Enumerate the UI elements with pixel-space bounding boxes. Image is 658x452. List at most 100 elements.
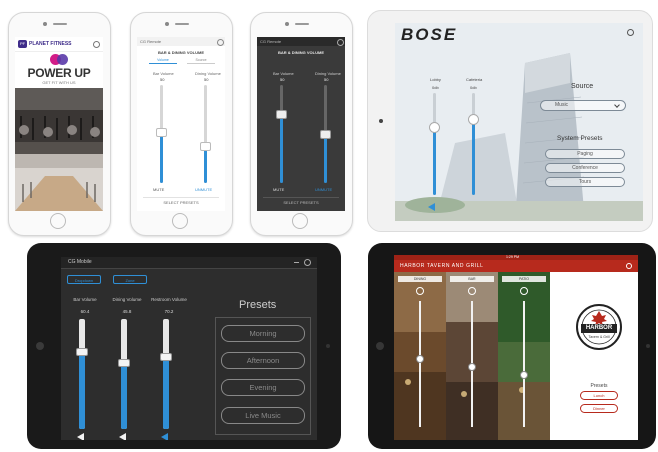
front-camera bbox=[646, 344, 650, 348]
front-camera bbox=[326, 344, 330, 348]
presets-title: Presets bbox=[239, 299, 277, 311]
home-button[interactable] bbox=[172, 213, 188, 229]
presets-footer[interactable]: SELECT PRESETS bbox=[257, 200, 345, 205]
slider-value: 70.2 bbox=[164, 309, 174, 314]
zone-track[interactable] bbox=[419, 301, 421, 427]
zone-knob[interactable] bbox=[416, 355, 424, 363]
preset-dinner-button[interactable]: Dinner bbox=[580, 404, 618, 413]
dropdown-button[interactable]: Dropdown bbox=[67, 275, 101, 284]
zone-knob[interactable] bbox=[520, 371, 528, 379]
slider-value: 45.8 bbox=[122, 309, 132, 314]
preset-paging-button[interactable]: Paging bbox=[545, 149, 625, 159]
slider-label-bar: Bar Volume bbox=[153, 71, 174, 76]
minimize-icon[interactable] bbox=[294, 262, 299, 263]
app-title: HARBOR TAVERN AND GRILL bbox=[400, 263, 484, 269]
app-title: CG Remote bbox=[260, 39, 282, 44]
zone-select[interactable]: BAR bbox=[450, 276, 494, 282]
preset-morning-button[interactable]: Morning bbox=[221, 325, 305, 342]
slider-knob[interactable] bbox=[160, 353, 172, 361]
slider-fill bbox=[163, 357, 169, 429]
zone-button[interactable]: Zone bbox=[113, 275, 147, 284]
brand-badge bbox=[50, 54, 68, 65]
tab-source[interactable]: Source bbox=[187, 58, 215, 64]
tablet-screen: CG Mobile Dropdown Zone Bar Volume 60.4 Di… bbox=[61, 257, 317, 440]
speaker-grille bbox=[175, 23, 189, 25]
slider-value-dining: 50 bbox=[204, 77, 209, 82]
headline: POWER UP bbox=[27, 66, 91, 80]
speaker-grille bbox=[295, 23, 309, 25]
speaker-icon[interactable] bbox=[161, 433, 168, 440]
slider-label: Dining Volume bbox=[112, 297, 142, 302]
settings-icon[interactable] bbox=[626, 263, 632, 269]
bar-volume-knob[interactable] bbox=[156, 128, 167, 137]
settings-icon[interactable] bbox=[337, 39, 344, 46]
home-button[interactable] bbox=[376, 342, 384, 350]
mute-button-dining[interactable]: UNMUTE bbox=[315, 187, 332, 192]
settings-icon[interactable] bbox=[627, 29, 634, 36]
zone-knob[interactable] bbox=[468, 363, 476, 371]
dining-volume-knob[interactable] bbox=[320, 130, 331, 139]
slider-label: Bar Volume bbox=[73, 297, 97, 302]
speaker-icon[interactable] bbox=[119, 433, 126, 440]
subhead: GET FIT WITH US bbox=[42, 80, 76, 85]
mute-button-bar[interactable]: MUTE bbox=[153, 187, 164, 192]
preset-conference-button[interactable]: Conference bbox=[545, 163, 625, 173]
mute-button-bar[interactable]: MUTE bbox=[273, 187, 284, 192]
home-button[interactable] bbox=[50, 213, 66, 229]
gym-photo-bikes bbox=[15, 88, 103, 154]
cafeteria-fill bbox=[472, 121, 475, 195]
presets-footer[interactable]: SELECT PRESETS bbox=[137, 200, 225, 205]
home-button[interactable] bbox=[292, 213, 308, 229]
slider-label-dining: Dining Volume bbox=[195, 71, 221, 76]
slider-label-lobby: Lobby bbox=[430, 77, 441, 82]
tablet-screen: BOSE Lobby Cafeteria 0db 0db Source Musi… bbox=[395, 23, 643, 221]
dining-volume-fill bbox=[324, 135, 327, 183]
app-header: PF PLANET FITNESS bbox=[15, 37, 103, 52]
mute-button-dining[interactable]: UNMUTE bbox=[195, 187, 212, 192]
slider-label-cafeteria: Cafeteria bbox=[466, 77, 483, 82]
preset-tours-button[interactable]: Tours bbox=[545, 177, 625, 187]
zone-select[interactable]: DINING bbox=[398, 276, 442, 282]
brand-name: PLANET FITNESS bbox=[29, 41, 72, 47]
speaker-icon[interactable] bbox=[428, 203, 435, 211]
dining-volume-fill bbox=[204, 147, 207, 183]
app-title: CG Remote bbox=[140, 39, 162, 44]
tab-volume[interactable]: Volume bbox=[149, 58, 177, 64]
preset-evening-button[interactable]: Evening bbox=[221, 379, 305, 396]
speaker-icon[interactable] bbox=[77, 433, 84, 440]
bar-volume-fill bbox=[280, 115, 283, 183]
preset-lunch-button[interactable]: Lunch bbox=[580, 391, 618, 400]
lobby-knob[interactable] bbox=[429, 122, 440, 133]
zone-select[interactable]: PATIO bbox=[502, 276, 546, 282]
source-select[interactable]: Music bbox=[540, 100, 626, 111]
app-title-bar: CG Remote bbox=[257, 37, 345, 46]
zone-icon bbox=[520, 287, 528, 295]
app-title-bar: CG Remote bbox=[137, 37, 225, 46]
brand-logo-small: PF bbox=[18, 40, 27, 48]
bar-volume-knob[interactable] bbox=[276, 110, 287, 119]
slider-value-cafeteria: 0db bbox=[470, 85, 477, 90]
slider-value-bar: 50 bbox=[280, 77, 285, 82]
slider-value-lobby: 0db bbox=[432, 85, 439, 90]
preset-afternoon-button[interactable]: Afternoon bbox=[221, 352, 305, 369]
zone-track[interactable] bbox=[523, 301, 525, 427]
lobby-fill bbox=[433, 129, 436, 195]
phone-light-volume: CG Remote BAR & DINING VOLUME Volume Sou… bbox=[130, 12, 233, 236]
preset-live-music-button[interactable]: Live Music bbox=[221, 407, 305, 424]
slider-knob[interactable] bbox=[118, 359, 130, 367]
dining-volume-knob[interactable] bbox=[200, 142, 211, 151]
settings-icon[interactable] bbox=[304, 259, 311, 266]
settings-icon[interactable] bbox=[217, 39, 224, 46]
menu-icon[interactable] bbox=[93, 41, 100, 48]
gym-photo-floor bbox=[15, 154, 103, 211]
slider-value-dining: 50 bbox=[324, 77, 329, 82]
slider-fill bbox=[79, 352, 85, 429]
slider-knob[interactable] bbox=[76, 348, 88, 356]
home-button[interactable] bbox=[36, 342, 44, 350]
app-title-bar: CG Mobile bbox=[61, 257, 317, 269]
cafeteria-knob[interactable] bbox=[468, 114, 479, 125]
home-button[interactable] bbox=[379, 119, 383, 123]
phone-screen: CG Remote BAR & DINING VOLUME Bar Volume… bbox=[257, 37, 345, 211]
screen-heading: BAR & DINING VOLUME bbox=[158, 50, 204, 55]
source-label: Source bbox=[571, 83, 594, 90]
